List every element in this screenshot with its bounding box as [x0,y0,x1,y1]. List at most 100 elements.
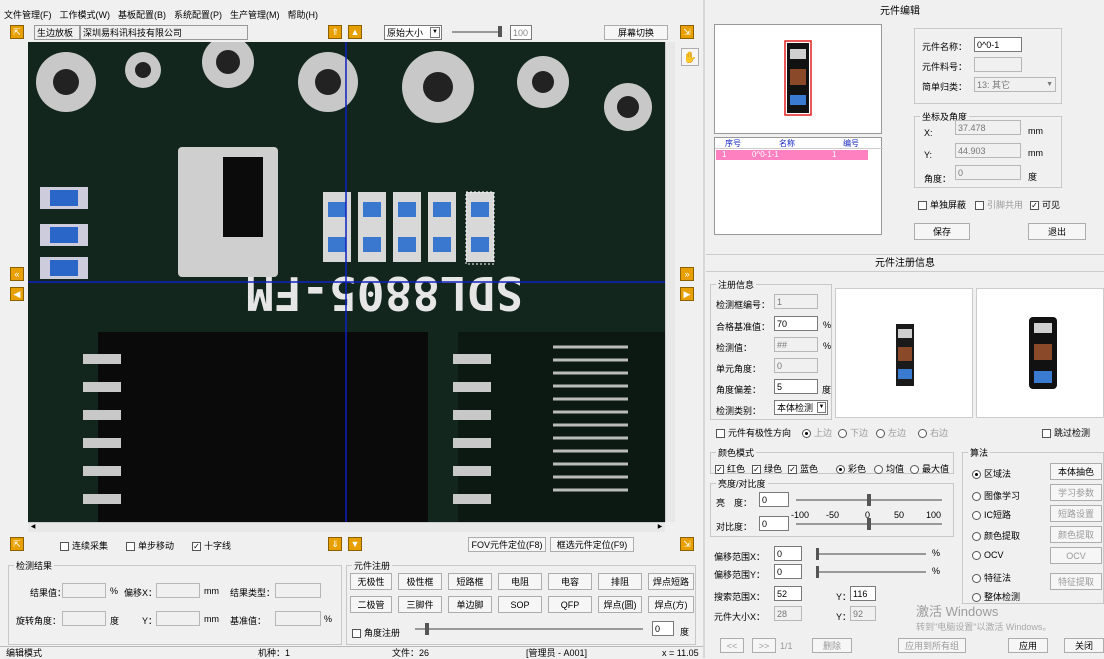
angle-register-check[interactable]: 角度注册 [352,626,400,639]
reg-btn-solder-short[interactable]: 焊点短路 [648,573,694,590]
zoom-value[interactable]: 100 [510,25,532,40]
offset-range-y-slider[interactable] [816,566,926,578]
feature-extract-button[interactable]: 特征提取 [1050,573,1102,590]
horizontal-scrollbar[interactable]: ◀ ▶ [28,522,665,532]
right-icon[interactable]: ▶ [680,287,694,301]
corner-icon-tl[interactable]: ⇱ [10,25,24,39]
reg-btn-diode[interactable]: 二极管 [350,596,392,613]
close-button[interactable]: 关闭 [1064,638,1104,653]
short-setting-button[interactable]: 短路设置 [1050,505,1102,522]
blue-check[interactable]: ✓ 蓝色 [788,462,818,475]
next-button[interactable]: >> [752,638,776,653]
search-y-field[interactable]: 116 [850,586,876,601]
pin-share-check[interactable]: 引脚共用 [975,198,1023,211]
step-move-check[interactable]: 单步移动 [126,539,174,552]
delete-button[interactable]: 删除 [812,638,852,653]
menu-file[interactable]: 文件管理(F) [4,10,52,20]
bright-slider[interactable] [796,494,942,506]
menu-production[interactable]: 生产管理(M) [230,10,280,20]
contrast-slider[interactable] [796,518,942,530]
reg-btn-three-pin[interactable]: 三脚件 [398,596,442,613]
menu-workmode[interactable]: 工作模式(W) [60,10,111,20]
algo-color-radio[interactable]: 颜色提取 [972,529,1020,542]
apply-button[interactable]: 应用 [1008,638,1048,653]
corner-icon-bl[interactable]: ⇱ [10,537,24,551]
reg-btn-resistor[interactable]: 电阻 [498,573,542,590]
offset-range-x-field[interactable]: 0 [774,546,802,561]
menu-board[interactable]: 基板配置(B) [118,10,166,20]
reg-btn-resistor-array[interactable]: 排阻 [598,573,642,590]
zoom-select[interactable]: 原始大小 ▼ [384,25,442,40]
algo-ocv-radio[interactable]: OCV [972,550,1004,561]
menu-system[interactable]: 系统配置(P) [174,10,222,20]
reg-btn-sop[interactable]: SOP [498,596,542,613]
polarity-left-radio[interactable]: 左边 [876,426,906,439]
angle-register-slider[interactable] [415,623,643,635]
green-check[interactable]: ✓ 绿色 [752,462,782,475]
arrow-up-icon[interactable]: ▲ [348,25,362,39]
table-row[interactable]: 1 0^0-1-1 1 [716,150,868,160]
offset-range-y-field[interactable]: 0 [774,564,802,579]
hand-tool-icon[interactable]: ✋ [681,48,699,66]
board-tab[interactable]: 生边放板 [34,25,80,40]
polarity-right-radio[interactable]: 右边 [918,426,948,439]
image-viewport[interactable]: SDL8805-FM [28,42,665,522]
screen-switch-button[interactable]: 屏幕切换 [604,25,668,40]
pass-field[interactable]: 70 [774,316,818,331]
left-icon[interactable]: ◀ [10,287,24,301]
collapse-up-icon[interactable]: ⇑ [328,25,342,39]
detect-type-select[interactable]: 本体检测 ▼ [774,400,828,415]
algo-feature-radio[interactable]: 特征法 [972,571,1011,584]
reg-btn-solder-square[interactable]: 焊点(方) [648,596,694,613]
collapse-down-icon[interactable]: ⇓ [328,537,342,551]
frame-locate-button[interactable]: 框选元件定位(F9) [550,537,634,552]
skip-detect-check[interactable]: 跳过检测 [1042,426,1090,439]
reg-btn-polar-box[interactable]: 极性框 [398,573,442,590]
reg-btn-qfp[interactable]: QFP [548,596,592,613]
polarity-check[interactable]: 元件有极性方向 [716,426,791,439]
max-radio[interactable]: 最大值 [910,462,949,475]
reg-btn-solder-round[interactable]: 焊点(圆) [598,596,642,613]
arrow-down-icon[interactable]: ▼ [348,537,362,551]
angle-dev-field[interactable]: 5 [774,379,818,394]
visible-check[interactable]: ✓ 可见 [1030,198,1060,211]
fast-left-icon[interactable]: « [10,267,24,281]
reg-btn-capacitor[interactable]: 电容 [548,573,592,590]
apply-all-button[interactable]: 应用到所有组 [898,638,966,653]
angle-register-value[interactable]: 0 [652,621,674,636]
algo-region-radio[interactable]: 区域法 [972,467,1011,480]
save-button[interactable]: 保存 [914,223,970,240]
mean-radio[interactable]: 均值 [874,462,904,475]
ocv-button[interactable]: OCV [1050,547,1102,564]
polarity-down-radio[interactable]: 下边 [838,426,868,439]
fast-right-icon[interactable]: » [680,267,694,281]
offset-range-x-slider[interactable] [816,548,926,560]
fov-locate-button[interactable]: FOV元件定位(F8) [468,537,546,552]
search-x-field[interactable]: 52 [774,586,802,601]
crosshair-check[interactable]: ✓ 十字线 [192,539,231,552]
corner-icon-tr[interactable]: ⇲ [680,25,694,39]
corner-icon-br[interactable]: ⇲ [680,537,694,551]
color-radio[interactable]: 彩色 [836,462,866,475]
red-check[interactable]: ✓ 红色 [715,462,745,475]
reg-btn-short-box[interactable]: 短路框 [448,573,492,590]
continuous-capture-check[interactable]: 连续采集 [60,539,108,552]
learn-param-button[interactable]: 学习参数 [1050,484,1102,501]
exit-button[interactable]: 退出 [1028,223,1086,240]
body-color-button[interactable]: 本体抽色 [1050,463,1102,480]
prev-button[interactable]: << [720,638,744,653]
name-field[interactable]: 0^0-1 [974,37,1022,52]
reg-btn-nonpolar[interactable]: 无极性 [350,573,392,590]
bright-field[interactable]: 0 [759,492,789,507]
algo-learn-radio[interactable]: 图像学习 [972,489,1020,502]
reg-btn-single-side[interactable]: 单边脚 [448,596,492,613]
polarity-up-radio[interactable]: 上边 [802,426,832,439]
algo-ic-short-radio[interactable]: IC短路 [972,508,1011,521]
menu-help[interactable]: 帮助(H) [288,10,319,20]
vertical-scrollbar[interactable] [665,42,675,522]
contrast-field[interactable]: 0 [759,516,789,531]
class-select[interactable]: 13: 其它 ▼ [974,77,1056,92]
color-extract-button[interactable]: 颜色提取 [1050,526,1102,543]
zoom-slider[interactable] [452,26,502,37]
single-mask-check[interactable]: 单独屏蔽 [918,198,966,211]
